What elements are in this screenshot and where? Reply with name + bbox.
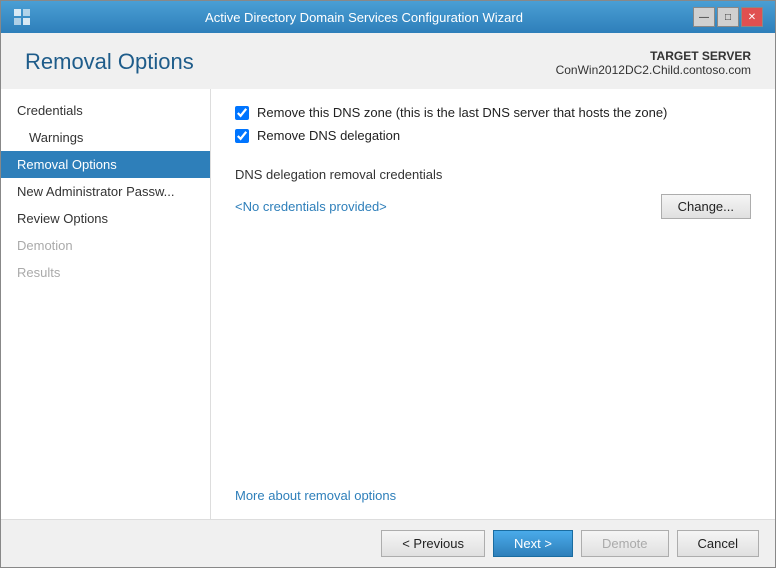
app-icon: [13, 6, 35, 28]
window-title: Active Directory Domain Services Configu…: [35, 10, 693, 25]
footer: < Previous Next > Demote Cancel: [1, 519, 775, 567]
dns-delegation-section-label: DNS delegation removal credentials: [235, 167, 751, 182]
sidebar-item-results: Results: [1, 259, 210, 286]
target-server-name: ConWin2012DC2.Child.contoso.com: [556, 63, 751, 77]
main-panel: Remove this DNS zone (this is the last D…: [211, 89, 775, 519]
minimize-button[interactable]: —: [693, 7, 715, 27]
demote-button[interactable]: Demote: [581, 530, 669, 557]
main-content: Credentials Warnings Removal Options New…: [1, 89, 775, 519]
change-button[interactable]: Change...: [661, 194, 751, 219]
sidebar-item-warnings[interactable]: Warnings: [1, 124, 210, 151]
target-server-info: TARGET SERVER ConWin2012DC2.Child.contos…: [556, 49, 751, 77]
sidebar-item-demotion: Demotion: [1, 232, 210, 259]
no-credentials-text: <No credentials provided>: [235, 199, 387, 214]
remove-dns-delegation-label: Remove DNS delegation: [257, 128, 400, 143]
main-window: Active Directory Domain Services Configu…: [0, 0, 776, 568]
remove-dns-zone-checkbox[interactable]: [235, 106, 249, 120]
page-title: Removal Options: [25, 49, 194, 75]
sidebar-item-removal-options[interactable]: Removal Options: [1, 151, 210, 178]
sidebar: Credentials Warnings Removal Options New…: [1, 89, 211, 519]
sidebar-item-new-admin-password[interactable]: New Administrator Passw...: [1, 178, 210, 205]
target-server-label: TARGET SERVER: [556, 49, 751, 63]
remove-dns-zone-label: Remove this DNS zone (this is the last D…: [257, 105, 667, 120]
close-button[interactable]: ✕: [741, 7, 763, 27]
next-button[interactable]: Next >: [493, 530, 573, 557]
credentials-row: <No credentials provided> Change...: [235, 194, 751, 219]
maximize-button[interactable]: □: [717, 7, 739, 27]
title-bar: Active Directory Domain Services Configu…: [1, 1, 775, 33]
checkbox-row-1: Remove this DNS zone (this is the last D…: [235, 105, 751, 120]
previous-button[interactable]: < Previous: [381, 530, 485, 557]
sidebar-item-credentials[interactable]: Credentials: [1, 97, 210, 124]
checkbox-row-2: Remove DNS delegation: [235, 128, 751, 143]
cancel-button[interactable]: Cancel: [677, 530, 759, 557]
sidebar-item-review-options[interactable]: Review Options: [1, 205, 210, 232]
remove-dns-delegation-checkbox[interactable]: [235, 129, 249, 143]
header-area: Removal Options TARGET SERVER ConWin2012…: [1, 33, 775, 89]
window-controls: — □ ✕: [693, 7, 763, 27]
more-about-removal-options-link[interactable]: More about removal options: [235, 472, 751, 503]
